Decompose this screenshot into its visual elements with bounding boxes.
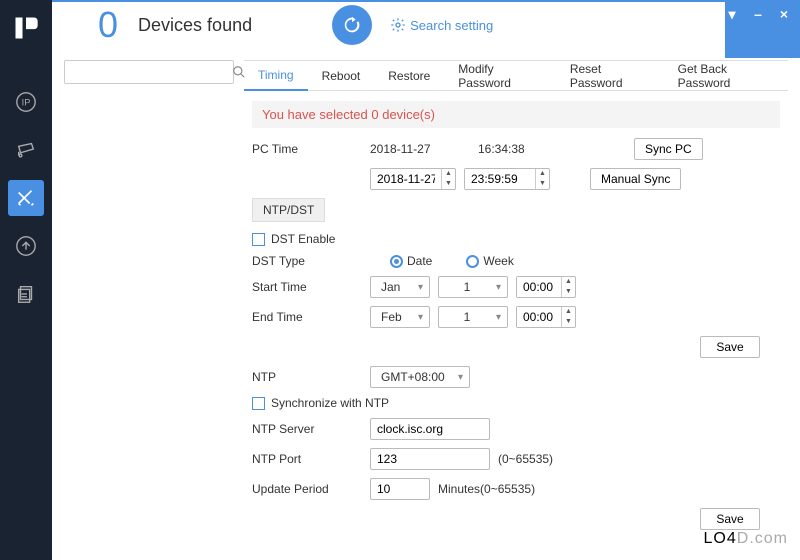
search-setting-link[interactable]: Search setting: [390, 17, 493, 33]
sync-ntp-label: Synchronize with NTP: [271, 396, 389, 410]
dst-enable-label: DST Enable: [271, 232, 335, 246]
date-input-field[interactable]: [371, 169, 441, 189]
header: ▾ – × 0 Devices found Search setting: [52, 0, 800, 48]
content-tabs: Timing Reboot Restore Modify Password Re…: [244, 61, 788, 91]
tab-timing[interactable]: Timing: [244, 61, 308, 91]
app-logo: [6, 8, 46, 48]
selection-message: You have selected 0 device(s): [252, 101, 780, 128]
nav-docs-icon[interactable]: [8, 276, 44, 312]
tab-get-back-password[interactable]: Get Back Password: [664, 61, 788, 91]
start-hhmm-input[interactable]: ▲▼: [516, 276, 576, 298]
device-search: [64, 60, 234, 84]
tab-restore[interactable]: Restore: [374, 61, 444, 91]
ntp-server-label: NTP Server: [252, 422, 362, 436]
pin-button[interactable]: ▾: [724, 6, 740, 23]
device-count: 0: [98, 4, 118, 46]
date-input[interactable]: ▲▼: [370, 168, 456, 190]
end-hhmm-field[interactable]: [517, 307, 561, 327]
update-period-unit: Minutes(0~65535): [438, 482, 535, 496]
time-spinner[interactable]: ▲▼: [535, 169, 549, 189]
start-day-select[interactable]: 1: [438, 276, 508, 298]
time-input[interactable]: ▲▼: [464, 168, 550, 190]
pc-time-value: 16:34:38: [478, 142, 578, 156]
dst-type-label: DST Type: [252, 254, 362, 268]
device-search-input[interactable]: [65, 62, 232, 82]
search-setting-label: Search setting: [410, 18, 493, 33]
nav-camera-icon[interactable]: [8, 132, 44, 168]
update-period-label: Update Period: [252, 482, 362, 496]
nav-upload-icon[interactable]: [8, 228, 44, 264]
sync-ntp-checkbox[interactable]: [252, 397, 265, 410]
nav-settings-icon[interactable]: [8, 180, 44, 216]
close-button[interactable]: ×: [776, 6, 792, 23]
tab-reboot[interactable]: Reboot: [308, 61, 375, 91]
start-time-label: Start Time: [252, 280, 362, 294]
watermark: LO4D.com: [704, 530, 788, 548]
refresh-button[interactable]: [332, 5, 372, 45]
ntp-port-range: (0~65535): [498, 452, 553, 466]
ntp-server-input[interactable]: [370, 418, 490, 440]
end-day-select[interactable]: 1: [438, 306, 508, 328]
update-period-input[interactable]: [370, 478, 430, 500]
minimize-button[interactable]: –: [750, 6, 766, 23]
ntp-dst-subtab[interactable]: NTP/DST: [252, 198, 325, 222]
ntp-port-input[interactable]: [370, 448, 490, 470]
nav-ip-icon[interactable]: IP: [8, 84, 44, 120]
date-spinner[interactable]: ▲▼: [441, 169, 455, 189]
tab-modify-password[interactable]: Modify Password: [444, 61, 556, 91]
end-month-select[interactable]: Feb: [370, 306, 430, 328]
save-ntp-button[interactable]: Save: [700, 508, 760, 530]
dst-type-date-radio[interactable]: [390, 255, 403, 268]
svg-text:IP: IP: [22, 98, 31, 108]
save-dst-button[interactable]: Save: [700, 336, 760, 358]
time-input-field[interactable]: [465, 169, 535, 189]
ntp-port-label: NTP Port: [252, 452, 362, 466]
pc-time-label: PC Time: [252, 142, 362, 156]
start-hhmm-field[interactable]: [517, 277, 561, 297]
dst-date-label: Date: [407, 254, 432, 268]
ntp-timezone-select[interactable]: GMT+08:00: [370, 366, 470, 388]
ntp-label: NTP: [252, 370, 362, 384]
devices-found-label: Devices found: [138, 15, 252, 36]
end-time-label: End Time: [252, 310, 362, 324]
sync-pc-button[interactable]: Sync PC: [634, 138, 703, 160]
manual-sync-button[interactable]: Manual Sync: [590, 168, 681, 190]
start-month-select[interactable]: Jan: [370, 276, 430, 298]
pc-date-value: 2018-11-27: [370, 142, 470, 156]
dst-type-week-radio[interactable]: [466, 255, 479, 268]
end-hhmm-input[interactable]: ▲▼: [516, 306, 576, 328]
dst-week-label: Week: [483, 254, 513, 268]
tab-reset-password[interactable]: Reset Password: [556, 61, 664, 91]
dst-enable-checkbox[interactable]: [252, 233, 265, 246]
